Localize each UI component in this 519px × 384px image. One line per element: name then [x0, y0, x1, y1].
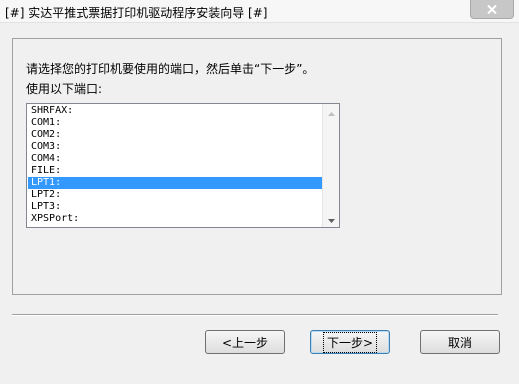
port-list-item[interactable]: LPT2:: [28, 189, 324, 201]
back-button[interactable]: <上一步: [205, 330, 285, 354]
arrow-down-icon: [327, 212, 335, 226]
next-button-label: 下一步>: [322, 331, 378, 353]
next-button[interactable]: 下一步>: [310, 330, 390, 354]
arrow-up-icon: [327, 105, 335, 119]
ports-label: 使用以下端口:: [26, 82, 103, 96]
button-separator: [12, 314, 498, 316]
port-list-item[interactable]: SHRFAX:: [28, 105, 324, 117]
title-bar: [#] 实达平推式票据打印机驱动程序安装向导 [#]: [0, 0, 519, 23]
port-list-item[interactable]: XPSPort:: [28, 213, 324, 225]
close-icon: [487, 4, 497, 14]
scroll-down-button[interactable]: [323, 211, 339, 227]
cancel-button[interactable]: 取消: [420, 330, 500, 354]
port-list-item[interactable]: LPT3:: [28, 201, 324, 213]
port-list-item[interactable]: LPT1:: [28, 177, 324, 189]
window-title: [#] 实达平推式票据打印机驱动程序安装向导 [#]: [5, 6, 268, 20]
port-list-item[interactable]: FILE:: [28, 165, 324, 177]
close-button[interactable]: [470, 0, 514, 19]
port-list: SHRFAX: COM1: COM2: COM3: COM4: FILE: LPT1: LPT…: [28, 105, 324, 225]
instruction-text: 请选择您的打印机要使用的端口，然后单击“下一步”。: [26, 62, 315, 76]
listbox-scrollbar[interactable]: [322, 104, 339, 227]
port-list-item[interactable]: COM4:: [28, 153, 324, 165]
port-list-item[interactable]: COM1:: [28, 117, 324, 129]
port-list-item[interactable]: COM2:: [28, 129, 324, 141]
scroll-up-button[interactable]: [323, 104, 339, 120]
port-list-item[interactable]: COM3:: [28, 141, 324, 153]
port-listbox[interactable]: SHRFAX: COM1: COM2: COM3: COM4: FILE: LPT1: LPT…: [26, 103, 340, 228]
